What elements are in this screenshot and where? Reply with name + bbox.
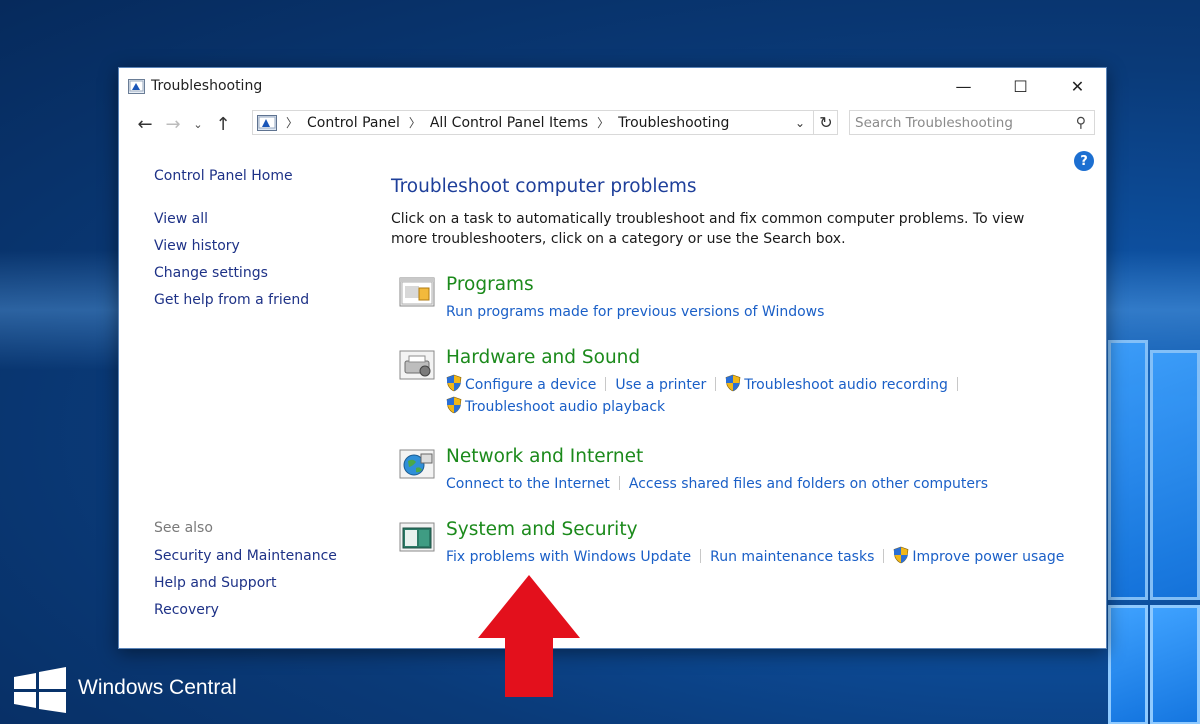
link-separator: [956, 377, 958, 391]
configure-a-device-link[interactable]: Configure a device: [465, 377, 596, 393]
search-icon[interactable]: ⚲: [1076, 115, 1086, 131]
uac-shield-icon: [446, 396, 462, 414]
use-a-printer-link[interactable]: Use a printer: [615, 377, 706, 393]
troubleshooting-app-icon: [128, 78, 145, 94]
uac-shield-icon: [725, 374, 741, 392]
troubleshooting-window: Troubleshooting — ☐ ✕ ← → ⌄ ↑ 〉 Control …: [118, 67, 1107, 649]
category-programs-title[interactable]: Programs: [446, 274, 534, 295]
breadcrumb-separator-icon[interactable]: 〉: [597, 114, 609, 131]
see-also-help-and-support-link[interactable]: Help and Support: [154, 575, 374, 591]
windows-logo-pane: [1108, 605, 1148, 724]
page-description: Click on a task to automatically trouble…: [391, 211, 1025, 247]
access-shared-files-link[interactable]: Access shared files and folders on other…: [629, 476, 988, 492]
programs-icon: [399, 277, 435, 307]
improve-power-usage-link[interactable]: Improve power usage: [912, 549, 1064, 565]
main-content: Troubleshoot computer problems Click on …: [391, 176, 1071, 565]
page-title: Troubleshoot computer problems: [391, 176, 697, 197]
control-panel-icon: [257, 114, 277, 131]
system-and-security-links: Fix problems with Windows Update Run main…: [446, 546, 1064, 568]
fix-problems-with-windows-update-link[interactable]: Fix problems with Windows Update: [446, 549, 691, 565]
address-dropdown-chevron-icon[interactable]: ⌄: [795, 116, 805, 130]
up-arrow-icon[interactable]: ↑: [209, 110, 237, 138]
search-input[interactable]: [855, 114, 1065, 131]
breadcrumb-all-control-panel-items[interactable]: All Control Panel Items: [430, 115, 588, 131]
network-internet-icon: [399, 449, 435, 479]
minimize-button[interactable]: —: [935, 68, 992, 104]
navigation-bar: ← → ⌄ ↑ 〉 Control Panel 〉 All Control Pa…: [119, 104, 1106, 144]
windows-central-logo-icon: [14, 667, 66, 713]
category-hardware-and-sound-title[interactable]: Hardware and Sound: [446, 347, 640, 368]
run-maintenance-tasks-link[interactable]: Run maintenance tasks: [710, 549, 874, 565]
sidebar: Control Panel Home View all View history…: [154, 168, 374, 618]
network-and-internet-links: Connect to the Internet Access shared fil…: [446, 473, 988, 495]
troubleshoot-audio-recording-link[interactable]: Troubleshoot audio recording: [744, 377, 948, 393]
search-box[interactable]: ⚲: [849, 110, 1095, 135]
windows-logo-pane: [1150, 605, 1200, 724]
forward-arrow-icon[interactable]: →: [159, 110, 187, 138]
breadcrumb-separator-icon[interactable]: 〉: [409, 114, 421, 131]
system-security-icon: [399, 522, 435, 552]
hardware-and-sound-links: Configure a device Use a printer Troubles…: [446, 374, 967, 418]
uac-shield-icon: [894, 546, 909, 564]
windows-central-watermark: Windows Central: [12, 663, 237, 713]
run-programs-previous-versions-link[interactable]: Run programs made for previous versions …: [446, 304, 824, 320]
maximize-button[interactable]: ☐: [992, 68, 1049, 104]
control-panel-home-link[interactable]: Control Panel Home: [154, 168, 374, 184]
back-arrow-icon[interactable]: ←: [131, 110, 159, 138]
windows-logo-pane: [1150, 350, 1200, 600]
link-separator: [700, 549, 702, 563]
red-arrow-annotation: [478, 575, 580, 697]
see-also-list: Security and Maintenance Help and Suppor…: [154, 548, 374, 629]
refresh-icon[interactable]: ↻: [813, 110, 838, 135]
see-also-recovery-link[interactable]: Recovery: [154, 602, 374, 618]
breadcrumb-separator-icon: 〉: [286, 116, 299, 130]
help-icon[interactable]: ?: [1074, 151, 1094, 171]
sidebar-link-view-history[interactable]: View history: [154, 238, 374, 254]
link-separator: [605, 377, 607, 391]
category-network-and-internet-title[interactable]: Network and Internet: [446, 446, 643, 467]
close-button[interactable]: ✕: [1049, 68, 1106, 104]
sidebar-link-change-settings[interactable]: Change settings: [154, 265, 374, 281]
category-system-and-security-title[interactable]: System and Security: [446, 519, 638, 540]
breadcrumb-control-panel[interactable]: Control Panel: [307, 115, 400, 131]
windows-logo-pane: [1108, 340, 1148, 600]
see-also-label: See also: [154, 520, 213, 536]
hardware-sound-icon: [399, 350, 435, 380]
link-separator: [618, 476, 620, 490]
link-separator: [883, 549, 885, 563]
address-bar[interactable]: 〉 Control Panel 〉 All Control Panel Item…: [252, 110, 838, 135]
window-title: Troubleshooting: [151, 78, 263, 94]
breadcrumb-troubleshooting[interactable]: Troubleshooting: [618, 115, 729, 131]
watermark-text: Windows Central: [78, 676, 237, 699]
sidebar-link-view-all[interactable]: View all: [154, 211, 374, 227]
connect-to-the-internet-link[interactable]: Connect to the Internet: [446, 476, 610, 492]
link-separator: [715, 377, 717, 391]
recent-locations-chevron-icon[interactable]: ⌄: [187, 110, 209, 138]
uac-shield-icon: [446, 374, 462, 392]
troubleshoot-audio-playback-link[interactable]: Troubleshoot audio playback: [465, 399, 665, 415]
see-also-security-and-maintenance-link[interactable]: Security and Maintenance: [154, 548, 374, 564]
programs-links: Run programs made for previous versions …: [446, 301, 824, 323]
sidebar-link-get-help-from-a-friend[interactable]: Get help from a friend: [154, 292, 374, 308]
title-bar[interactable]: Troubleshooting — ☐ ✕: [119, 68, 1106, 104]
